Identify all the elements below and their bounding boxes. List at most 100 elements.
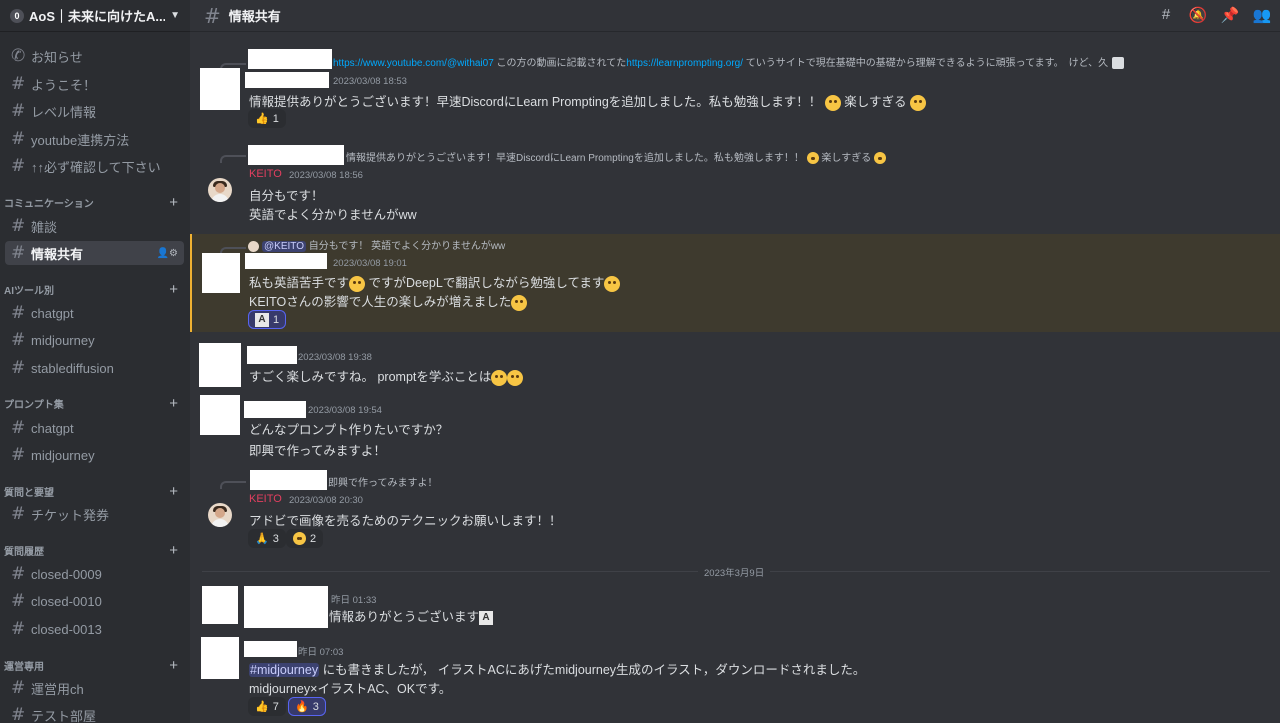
add-channel-icon[interactable]: + (169, 194, 184, 211)
reply-text: ていうサイトで現在基礎中の基礎から理解できるように頑張ってます。 けど、久 (743, 58, 1109, 69)
reply-text: 自分もです！ 英語でよく分かりませんがww (305, 241, 506, 252)
hash-icon: # (11, 216, 26, 236)
author-name[interactable]: KEITO (249, 493, 282, 505)
reaction-count: 2 (310, 532, 317, 545)
timestamp: 2023/03/08 19:38 (298, 352, 372, 363)
channel-name: チケット発券 (31, 507, 110, 523)
member-list-icon[interactable]: 👥 (1252, 6, 1272, 24)
channel-announcements[interactable]: ✆ お知らせ (5, 44, 184, 68)
reaction-pray[interactable]: 🙏 3 (248, 529, 286, 548)
channel-name: お知らせ (31, 49, 83, 65)
channel-prompts-midjourney[interactable]: # midjourney (5, 443, 184, 467)
channel-chatgpt[interactable]: # chatgpt (5, 301, 184, 325)
hash-icon: # (11, 303, 26, 323)
channel-mention[interactable]: #midjourney (249, 663, 320, 677)
add-channel-icon[interactable]: + (169, 395, 184, 412)
message-text-part: 情報提供ありがとうございます！早速DiscordにLearn Prompting… (249, 95, 822, 109)
channel-name: 運営用ch (31, 681, 84, 697)
reply-preview: 即興で作ってみますよ！ (328, 478, 438, 489)
category-ai-tools[interactable]: AIツール別 + (4, 280, 184, 298)
threads-icon[interactable]: # (1156, 6, 1176, 24)
hash-icon: # (204, 3, 221, 28)
reaction-thumbsup[interactable]: 👍 7 (248, 697, 286, 716)
channel-midjourney[interactable]: # midjourney (5, 328, 184, 352)
reply-spine (220, 155, 246, 163)
avatar[interactable] (208, 178, 232, 202)
channel-name: chatgpt (31, 420, 74, 436)
channel-chat[interactable]: # 雑談 (5, 214, 184, 238)
channel-closed-0013[interactable]: # closed-0013 (5, 617, 184, 641)
channel-name: closed-0013 (31, 621, 102, 637)
channel-name: テスト部屋 (31, 708, 97, 723)
reply-spine (220, 481, 246, 489)
reply-preview: https://www.youtube.com/@withai07 この方の動画… (333, 54, 1125, 70)
timestamp: 昨日 01:33 (331, 595, 377, 606)
channel-closed-0010[interactable]: # closed-0010 (5, 589, 184, 613)
message-text-part: ですがDeepLで翻訳しながら勉強してます (368, 276, 605, 290)
category-requests[interactable]: 質問と要望 + (4, 482, 184, 500)
add-channel-icon[interactable]: + (169, 542, 184, 559)
category-admin[interactable]: 運営専用 + (4, 656, 184, 674)
channel-level-info[interactable]: # レベル情報 (5, 99, 184, 123)
message-text: すごく楽しみですね。 promptを学ぶことは (249, 366, 524, 386)
chevron-down-icon[interactable]: ▼ (170, 10, 180, 21)
redacted-username (245, 253, 327, 269)
author-name[interactable]: KEITO (249, 168, 282, 180)
smiling-emoji (824, 94, 841, 111)
grinning-emoji (873, 152, 886, 165)
reaction-count: 1 (273, 313, 280, 326)
channel-name: 情報共有 (31, 246, 84, 262)
add-channel-icon[interactable]: + (169, 281, 184, 298)
channel-name: midjourney (31, 447, 95, 463)
link[interactable]: https://www.youtube.com/@withai07 (333, 58, 494, 69)
folded-hands-icon: 🙏 (255, 533, 269, 545)
message-text: アドビで画像を売るためのテクニックお願いします！！ (249, 514, 562, 528)
link[interactable]: https://learnprompting.org/ (626, 58, 743, 69)
channel-youtube[interactable]: # youtube連携方法 (5, 127, 184, 151)
channel-ticket[interactable]: # チケット発券 (5, 502, 184, 526)
category-prompts[interactable]: プロンプト集 + (4, 394, 184, 412)
channel-must-check[interactable]: # ↑↑必ず確認して下さい (5, 154, 184, 178)
channel-prompts-chatgpt[interactable]: # chatgpt (5, 416, 184, 440)
pin-icon[interactable]: 📌 (1220, 6, 1240, 24)
message-text-part: すごく楽しみですね。 promptを学ぶことは (249, 370, 492, 384)
add-channel-icon[interactable]: + (169, 483, 184, 500)
laughing-tears-emoji (349, 275, 366, 292)
channel-admin[interactable]: # 運営用ch (5, 676, 184, 700)
reaction-custom[interactable]: A1 (248, 310, 287, 329)
mention[interactable]: @KEITO (262, 241, 306, 252)
avatar[interactable] (208, 503, 232, 527)
category-communication[interactable]: コミュニケーション + (4, 193, 184, 211)
message-text: どんなプロンプト作りたいですか？ (249, 423, 449, 437)
reaction-grin[interactable]: 2 (286, 529, 324, 548)
thread-hash-icon: # (11, 678, 26, 698)
message-text-part: にも書きましたが， イラストACにあげたmidjourney生成のイラスト，ダウ… (319, 663, 866, 677)
channel-welcome[interactable]: # ようこそ！ (5, 72, 184, 96)
timestamp: 2023/03/08 20:30 (289, 495, 363, 506)
channel-test[interactable]: # テスト部屋 (5, 703, 184, 723)
thread-hash-icon: # (11, 705, 26, 723)
channel-name: youtube連携方法 (31, 132, 130, 148)
reaction-fire[interactable]: 🔥 3 (288, 697, 326, 716)
server-header[interactable]: 0 AoS｜未来に向けたA... ▼ (0, 0, 190, 32)
reaction-thumbsup[interactable]: 👍 1 (248, 109, 286, 128)
channel-header: # 情報共有 # 🔕 📌 👥 (190, 0, 1280, 32)
channel-title: 情報共有 (228, 9, 281, 24)
add-channel-icon[interactable]: + (169, 657, 184, 674)
message-text: 私も英語苦手です ですがDeepLで翻訳しながら勉強してます (249, 272, 621, 292)
category-title: コミュニケーション (4, 198, 94, 210)
channel-name: レベル情報 (31, 104, 97, 120)
mute-bell-icon[interactable]: 🔕 (1188, 6, 1208, 24)
channel-settings-icon[interactable]: 👤⚙ (157, 248, 184, 259)
timestamp: 2023/03/08 19:54 (308, 405, 382, 416)
image-icon (1112, 57, 1125, 70)
category-history[interactable]: 質問履歴 + (4, 541, 184, 559)
grinning-emoji (910, 94, 927, 111)
channel-info-share[interactable]: # 情報共有 👤⚙ (5, 241, 184, 265)
channel-stablediffusion[interactable]: # stablediffusion (5, 356, 184, 380)
sweat-smile-emoji (604, 275, 621, 292)
message-text: 自分もです！ (249, 189, 324, 203)
redacted-avatar (200, 395, 240, 435)
custom-ai-emoji-icon: A (255, 312, 269, 327)
channel-closed-0009[interactable]: # closed-0009 (5, 562, 184, 586)
